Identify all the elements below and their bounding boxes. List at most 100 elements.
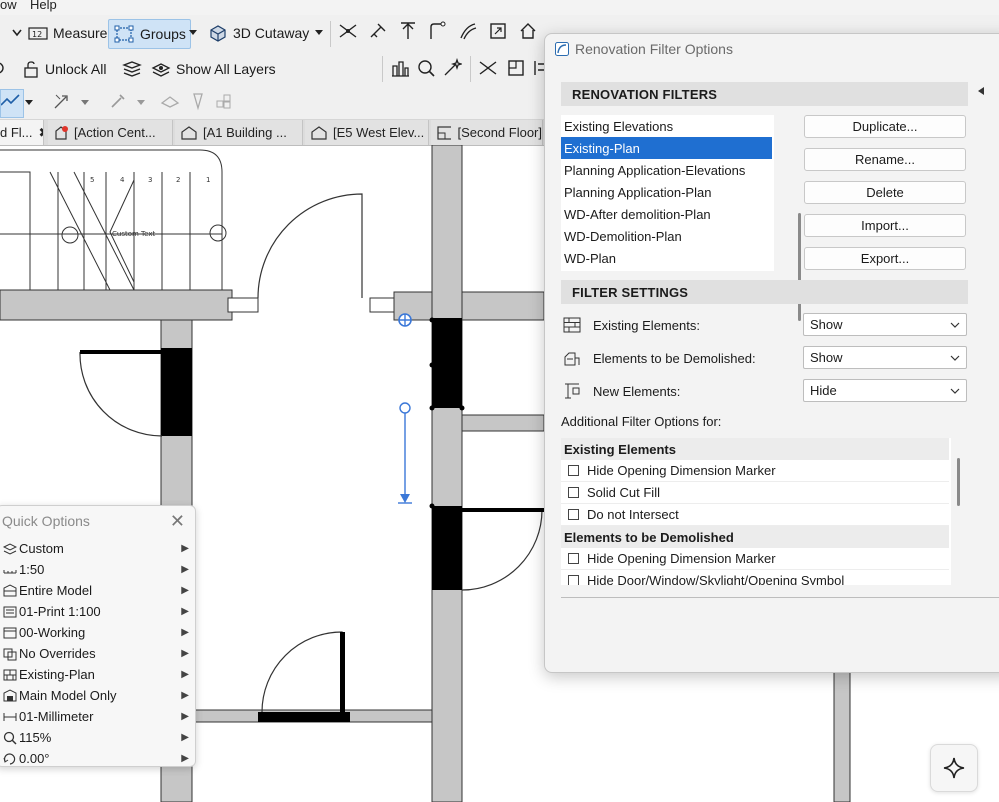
close-icon[interactable]: ✖ [39, 125, 43, 141]
resize-icon[interactable] [488, 21, 508, 41]
bar-chart-icon[interactable] [390, 58, 410, 78]
menu-item-help[interactable]: Help [30, 0, 57, 12]
eyedropper-icon[interactable] [108, 91, 128, 111]
option-label: Do not Intersect [587, 507, 679, 522]
export-button[interactable]: Export... [804, 247, 966, 270]
options-group-header: Elements to be Demolished [561, 526, 949, 548]
tab-a1-building[interactable]: [A1 Building ... [175, 120, 303, 145]
quick-option-structure-display[interactable]: Entire Model ▶ [0, 580, 195, 601]
chevron-down-icon[interactable] [188, 29, 198, 37]
assistant-button[interactable] [930, 744, 978, 792]
show-all-layers-button[interactable]: Show All Layers [151, 55, 276, 83]
measure-button[interactable]: 12 Measure [28, 19, 107, 47]
quick-option-partial-structure[interactable]: Main Model Only ▶ [0, 685, 195, 706]
delete-button[interactable]: Delete [804, 181, 966, 204]
wand-icon[interactable] [442, 58, 462, 78]
chevron-down-icon[interactable] [80, 99, 90, 107]
filter-list-item[interactable]: Existing Elevations [561, 115, 772, 137]
option-row[interactable]: Do not Intersect [561, 504, 949, 526]
menu-item-window[interactable]: ow [0, 0, 17, 12]
quick-options-palette: Quick Options ✕ Custom ▶ 1:50 ▶ Entire Mod… [0, 505, 196, 767]
option-label: Solid Cut Fill [587, 485, 660, 500]
option-row[interactable]: Hide Opening Dimension Marker [561, 460, 949, 482]
tab-action-center[interactable]: [Action Cent... [48, 120, 173, 145]
new-elements-icon [565, 383, 580, 399]
chevron-down-icon[interactable] [136, 99, 146, 107]
3d-cutaway-button[interactable]: 3D Cutaway [208, 19, 309, 47]
filter-list-item[interactable]: WD-Plan [561, 247, 772, 269]
quick-option-model-view[interactable]: 00-Working ▶ [0, 622, 195, 643]
options-scrollbar[interactable] [957, 458, 960, 506]
stack-icon[interactable] [214, 91, 234, 111]
show-all-layers-label: Show All Layers [176, 61, 276, 77]
tab-second-floor[interactable]: [Second Floor] [431, 120, 543, 145]
checkbox[interactable] [568, 509, 579, 520]
magnifier-icon[interactable] [416, 58, 436, 78]
stair-step-label: 1 [206, 176, 210, 184]
quick-option-label: 01-Millimeter [19, 709, 94, 724]
quick-option-pen-set[interactable]: 01-Print 1:100 ▶ [0, 601, 195, 622]
existing-elements-label: Existing Elements: [593, 318, 700, 333]
door-leaf [161, 348, 192, 436]
split-icon[interactable] [478, 58, 498, 78]
quick-option-rotation[interactable]: 0.00° ▶ [0, 748, 195, 769]
house-icon[interactable] [518, 21, 538, 41]
arrow-icon[interactable] [52, 91, 72, 111]
tab-label: [Second Floor] [457, 125, 542, 140]
new-elements-select[interactable]: Hide [803, 379, 967, 402]
filter-list-item[interactable]: WD-Demolition-Plan [561, 225, 772, 247]
quick-option-dimension[interactable]: 01-Millimeter ▶ [0, 706, 195, 727]
collapse-arrow-icon[interactable] [977, 86, 985, 96]
chevron-down-icon[interactable] [12, 29, 22, 37]
measure-icon: 12 [28, 27, 48, 40]
frame-icon[interactable] [506, 58, 526, 78]
tab-active-floor[interactable]: d Fl... ✖ [0, 120, 44, 145]
rename-button[interactable]: Rename... [804, 148, 966, 171]
stair-step-label: 4 [120, 176, 125, 184]
unlock-all-button[interactable]: Unlock All [22, 55, 106, 83]
filter-list[interactable]: Existing Elevations Existing-Plan Planni… [561, 115, 801, 321]
chevron-down-icon[interactable] [314, 29, 324, 37]
plane-icon[interactable] [160, 91, 180, 111]
option-row[interactable]: Hide Opening Dimension Marker [561, 548, 949, 570]
duplicate-button[interactable]: Duplicate... [804, 115, 966, 138]
quick-option-renovation-filter[interactable]: Existing-Plan ▶ [0, 664, 195, 685]
action-center-icon [55, 125, 68, 140]
filter-list-item[interactable]: WD-After demolition-Plan [561, 203, 772, 225]
groups-button[interactable]: Groups [108, 19, 191, 49]
unlock-all-label: Unlock All [45, 61, 107, 77]
filter-list-item[interactable]: Planning Application-Elevations [561, 159, 772, 181]
quick-option-graphic-override[interactable]: No Overrides ▶ [0, 643, 195, 664]
demolished-elements-select[interactable]: Show [803, 346, 967, 369]
option-row[interactable]: Hide Door/Window/Skylight/Opening Symbol [561, 570, 949, 585]
chevron-down-icon[interactable] [24, 99, 34, 107]
quick-option-layer-combination[interactable]: Custom ▶ [0, 538, 195, 559]
fillet-icon[interactable] [428, 21, 448, 41]
offset-icon[interactable] [458, 21, 478, 41]
filter-list-item-selected[interactable]: Existing-Plan [561, 137, 772, 159]
tab-e5-west-elevation[interactable]: [E5 West Elev... [305, 120, 429, 145]
shape-icon[interactable] [188, 91, 208, 111]
quick-option-label: 1:50 [19, 562, 45, 577]
import-button[interactable]: Import... [804, 214, 966, 237]
existing-elements-icon [563, 317, 581, 333]
split-icon[interactable] [338, 21, 358, 41]
quick-option-zoom[interactable]: 115% ▶ [0, 727, 195, 748]
option-row[interactable]: Solid Cut Fill [561, 482, 949, 504]
list-scrollbar[interactable] [798, 213, 801, 321]
filter-list-item[interactable]: Planning Application-Plan [561, 181, 772, 203]
checkbox[interactable] [568, 575, 579, 585]
quick-option-label: 00-Working [19, 625, 86, 640]
toolbar-separator [330, 21, 331, 47]
close-icon[interactable]: ✕ [170, 511, 185, 532]
lock-icon[interactable] [0, 60, 8, 76]
layers-icon[interactable] [122, 60, 142, 78]
checkbox[interactable] [568, 487, 579, 498]
quick-option-scale[interactable]: 1:50 ▶ [0, 559, 195, 580]
checkbox[interactable] [568, 465, 579, 476]
selection-tool-button[interactable] [0, 89, 24, 118]
elevate-icon[interactable] [398, 21, 418, 41]
adjust-icon[interactable] [368, 21, 388, 41]
checkbox[interactable] [568, 553, 579, 564]
existing-elements-select[interactable]: Show [803, 313, 967, 336]
